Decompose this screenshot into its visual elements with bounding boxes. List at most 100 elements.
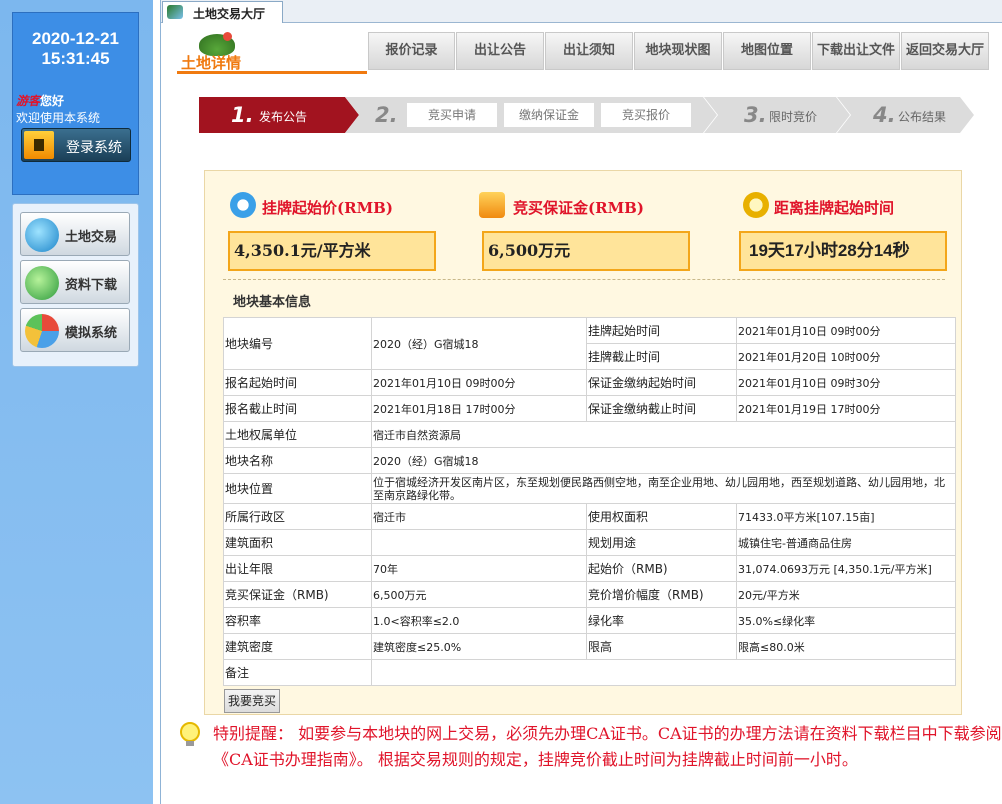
nav-item-simulation[interactable]: 模拟系统: [20, 308, 130, 352]
globe-monitor-icon: [25, 218, 59, 252]
step-3: 3. 限时竞价: [704, 97, 850, 133]
table-row: 出让年限 70年 起始价（RMB) 31,074.0693万元 [4,350.1…: [223, 555, 956, 582]
nav-item-label: 土地交易: [65, 230, 118, 245]
login-icon: [24, 131, 54, 159]
countdown-value: 19天17小时28分14秒: [739, 231, 947, 271]
nav-item-downloads[interactable]: 资料下载: [20, 260, 130, 304]
cell-label: 挂牌起始时间: [586, 317, 737, 344]
divider: [223, 279, 945, 280]
nav-item-land-trade[interactable]: 土地交易: [20, 212, 130, 256]
cell-value: 2020（经）G宿城18: [371, 317, 587, 370]
clock-icon: [230, 192, 256, 218]
greeting: 游客您好: [16, 92, 64, 109]
step-label: 限时竞价: [769, 110, 818, 124]
return-hall-button[interactable]: 返回交易大厅: [901, 32, 989, 70]
login-label: 登录系统: [66, 140, 122, 156]
cell-label: 起始价（RMB): [586, 555, 737, 582]
parcel-status-map-button[interactable]: 地块现状图: [634, 32, 722, 70]
notice-text: 特别提醒： 如要参与本地块的网上交易，必须先办理CA证书。CA证书的办理方法请在…: [213, 724, 1002, 769]
map-location-button[interactable]: 地图位置: [723, 32, 811, 70]
deposit-value: 6,500万元: [482, 231, 690, 271]
substep-deposit: 缴纳保证金: [504, 103, 594, 127]
countdown-title: 距离挂牌起始时间: [774, 199, 895, 217]
welcome-text: 欢迎使用本系统: [16, 111, 101, 125]
cell-value: [371, 529, 587, 556]
login-button[interactable]: 登录系统: [21, 128, 131, 162]
cell-label: 报名起始时间: [223, 369, 372, 396]
table-row: 备注: [223, 659, 956, 686]
cell-value: 2020（经）G宿城18: [371, 447, 956, 474]
tab-land-trading-hall[interactable]: 土地交易大厅: [162, 1, 283, 23]
nav-item-label: 资料下载: [65, 278, 118, 293]
step-number: 1.: [231, 103, 254, 127]
cell-label: 使用权面积: [586, 503, 737, 530]
bid-records-button[interactable]: 报价记录: [368, 32, 455, 70]
cell-value: 1.0<容积率≤2.0: [371, 607, 587, 634]
table-row: 建筑密度 建筑密度≤25.0% 限高 限高≤80.0米: [223, 633, 956, 660]
cell-value: 20元/平方米: [736, 581, 956, 608]
cell-value: 2021年01月10日 09时00分: [736, 317, 956, 344]
table-row: 竞买保证金（RMB) 6,500万元 竞价增价幅度（RMB) 20元/平方米: [223, 581, 956, 608]
greeting-suffix: 您好: [40, 94, 65, 108]
alarm-clock-icon: [743, 192, 769, 218]
cell-value: 35.0%≤绿化率: [736, 607, 956, 634]
table-row: 所属行政区 宿迁市 使用权面积 71433.0平方米[107.15亩]: [223, 503, 956, 530]
step-number: 3.: [744, 103, 767, 127]
current-time: 15:31:45: [41, 49, 110, 68]
clock-panel: 2020-12-21 15:31:45 游客您好 欢迎使用本系统 登录系统: [12, 12, 139, 195]
greeting-name: 游客: [16, 94, 41, 108]
bulb-shape: [180, 722, 200, 742]
cell-value: 城镇住宅-普通商品住房: [736, 529, 956, 556]
table-row: 地块名称 2020（经）G宿城18: [223, 447, 956, 474]
cell-label: 竞买保证金（RMB): [223, 581, 372, 608]
bid-button[interactable]: 我要竞买: [224, 689, 280, 713]
land-info-panel: 挂牌起始价(RMB) 4,350.1元/平方米 竞买保证金(RMB) 6,500…: [204, 170, 962, 715]
cell-value: 6,500万元: [371, 581, 587, 608]
cell-label: 规划用途: [586, 529, 737, 556]
table-row: 建筑面积 规划用途 城镇住宅-普通商品住房: [223, 529, 956, 556]
tab-label: 土地交易大厅: [193, 7, 266, 21]
cell-label: 所属行政区: [223, 503, 372, 530]
cell-value: 建筑密度≤25.0%: [371, 633, 587, 660]
cell-label: 保证金缴纳截止时间: [586, 395, 737, 422]
cell-value: 宿迁市自然资源局: [371, 421, 956, 448]
cell-value: 2021年01月19日 17时00分: [736, 395, 956, 422]
table-row: 报名截止时间 2021年01月18日 17时00分 保证金缴纳截止时间 2021…: [223, 395, 956, 422]
cell-label: 备注: [223, 659, 372, 686]
cell-label: 限高: [586, 633, 737, 660]
table-row: 地块编号 2020（经）G宿城18 挂牌起始时间 2021年01月10日 09时…: [223, 317, 956, 370]
cell-label: 土地权属单位: [223, 421, 372, 448]
cell-label: 竞价增价幅度（RMB): [586, 581, 737, 608]
cell-label: 建筑密度: [223, 633, 372, 660]
transfer-notice-button[interactable]: 出让公告: [456, 32, 544, 70]
tab-bar: 土地交易大厅: [161, 0, 1002, 23]
cell-value: 宿迁市: [371, 503, 587, 530]
nav-panel: 土地交易 资料下载 模拟系统: [12, 203, 139, 367]
substep-apply: 竞买申请: [407, 103, 497, 127]
bulb-base: [186, 741, 194, 746]
cell-value: 31,074.0693万元 [4,350.1元/平方米]: [736, 555, 956, 582]
land-info-table: 地块编号 2020（经）G宿城18 挂牌起始时间 2021年01月10日 09时…: [223, 317, 956, 686]
cell-label: 容积率: [223, 607, 372, 634]
cell-value: 2021年01月10日 09时00分: [371, 369, 587, 396]
start-price-title: 挂牌起始价(RMB): [262, 199, 393, 217]
transfer-rules-button[interactable]: 出让须知: [545, 32, 633, 70]
cell-value: 70年: [371, 555, 587, 582]
money-icon: [479, 192, 505, 218]
download-files-button[interactable]: 下载出让文件: [812, 32, 900, 70]
current-date: 2020-12-21: [32, 29, 119, 48]
cell-label: 建筑面积: [223, 529, 372, 556]
nav-item-label: 模拟系统: [65, 326, 118, 341]
left-sidebar: 2020-12-21 15:31:45 游客您好 欢迎使用本系统 登录系统 土地…: [0, 0, 153, 804]
cell-label: 地块名称: [223, 447, 372, 474]
table-row: 土地权属单位 宿迁市自然资源局: [223, 421, 956, 448]
title-underline: [177, 71, 367, 74]
table-row: 地块位置 位于宿城经济开发区南片区，东至规划便民路西侧空地，南至企业用地、幼儿园…: [223, 473, 956, 504]
pie-chart-icon: [25, 314, 59, 348]
cell-value: 2021年01月18日 17时00分: [371, 395, 587, 422]
section-title: 地块基本信息: [233, 295, 312, 310]
cell-label: 出让年限: [223, 555, 372, 582]
cell-label: 报名截止时间: [223, 395, 372, 422]
step-2: 2. 竞买申请 缴纳保证金 竞买报价: [345, 97, 717, 133]
table-row: 容积率 1.0<容积率≤2.0 绿化率 35.0%≤绿化率: [223, 607, 956, 634]
